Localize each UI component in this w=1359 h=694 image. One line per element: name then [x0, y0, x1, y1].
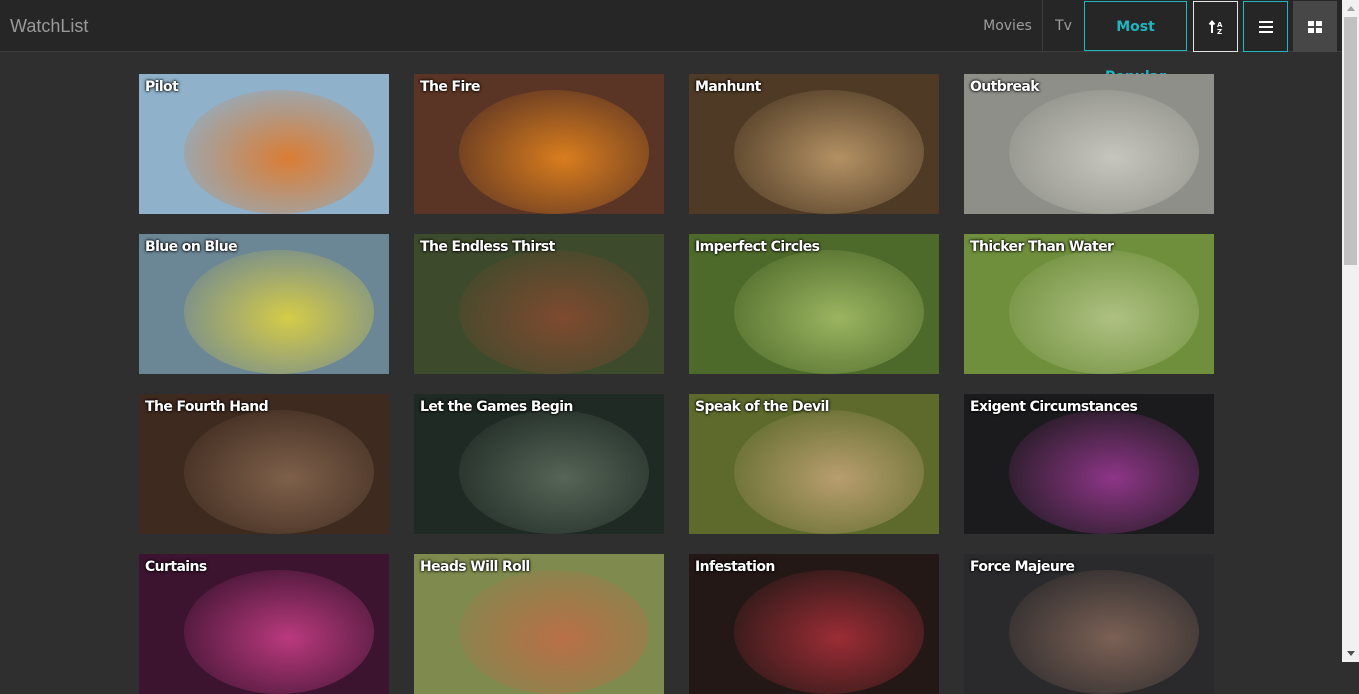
brand-logo[interactable]: WatchList	[10, 16, 88, 37]
episode-thumbnail	[139, 234, 389, 374]
episode-thumbnail	[964, 74, 1214, 214]
episode-card[interactable]: Manhunt	[689, 74, 939, 214]
episode-thumbnail	[964, 394, 1214, 534]
episode-card[interactable]: Pilot	[139, 74, 389, 214]
episode-thumbnail	[689, 554, 939, 694]
episode-card[interactable]: Heads Will Roll	[414, 554, 664, 694]
episode-title: Exigent Circumstances	[970, 399, 1138, 415]
episode-thumbnail	[139, 554, 389, 694]
episode-title: Force Majeure	[970, 559, 1075, 575]
top-navbar: WatchList Movies Tv Most Popular A Z	[0, 0, 1342, 85]
episode-title: Thicker Than Water	[970, 239, 1114, 255]
episode-title: Curtains	[145, 559, 207, 575]
episode-card[interactable]: Outbreak	[964, 74, 1214, 214]
episode-thumbnail	[689, 234, 939, 374]
episode-card[interactable]: Force Majeure	[964, 554, 1214, 694]
episode-card[interactable]: Thicker Than Water	[964, 234, 1214, 374]
nav-most-popular[interactable]: Most Popular	[1084, 1, 1187, 85]
episode-card[interactable]: Imperfect Circles	[689, 234, 939, 374]
episode-thumbnail	[689, 394, 939, 534]
episode-thumbnail	[139, 74, 389, 214]
episode-thumbnail	[139, 394, 389, 534]
nav-tv[interactable]: Tv	[1042, 0, 1084, 52]
episode-thumbnail	[414, 394, 664, 534]
episode-thumbnail	[964, 234, 1214, 374]
episode-card[interactable]: Curtains	[139, 554, 389, 694]
sort-alpha-icon: A Z	[1208, 19, 1223, 35]
nav-movies[interactable]: Movies	[975, 0, 1040, 52]
episode-thumbnail	[414, 554, 664, 694]
episode-title: Manhunt	[695, 79, 761, 95]
episode-card[interactable]: Blue on Blue	[139, 234, 389, 374]
episode-title: Pilot	[145, 79, 179, 95]
episode-title: Speak of the Devil	[695, 399, 829, 415]
episode-title: The Fourth Hand	[145, 399, 269, 415]
episode-card[interactable]: Let the Games Begin	[414, 394, 664, 534]
episode-title: Outbreak	[970, 79, 1040, 95]
scrollbar-thumb[interactable]	[1344, 17, 1357, 265]
vertical-scrollbar[interactable]	[1342, 0, 1359, 662]
episode-card[interactable]: The Fourth Hand	[139, 394, 389, 534]
episode-thumbnail	[414, 74, 664, 214]
episode-thumbnail	[964, 554, 1214, 694]
list-view-button[interactable]	[1243, 1, 1288, 52]
episode-title: Let the Games Begin	[420, 399, 573, 415]
episode-card[interactable]: The Fire	[414, 74, 664, 214]
episode-card[interactable]: Speak of the Devil	[689, 394, 939, 534]
episode-thumbnail	[414, 234, 664, 374]
episode-thumbnail	[689, 74, 939, 214]
episode-title: Blue on Blue	[145, 239, 238, 255]
episode-title: Imperfect Circles	[695, 239, 820, 255]
episode-card[interactable]: Infestation	[689, 554, 939, 694]
episode-title: Heads Will Roll	[420, 559, 530, 575]
episode-title: The Endless Thirst	[420, 239, 555, 255]
episode-card[interactable]: The Endless Thirst	[414, 234, 664, 374]
episode-title: Infestation	[695, 559, 775, 575]
episode-card[interactable]: Exigent Circumstances	[964, 394, 1214, 534]
grid-view-button[interactable]	[1293, 1, 1337, 52]
sort-button[interactable]: A Z	[1193, 1, 1238, 52]
grid-view-icon	[1308, 20, 1322, 33]
episode-title: The Fire	[420, 79, 480, 95]
scroll-up-arrow-icon[interactable]	[1342, 0, 1359, 17]
list-view-icon	[1258, 20, 1273, 33]
scroll-down-arrow-icon[interactable]	[1342, 645, 1359, 662]
svg-text:Z: Z	[1217, 28, 1222, 35]
